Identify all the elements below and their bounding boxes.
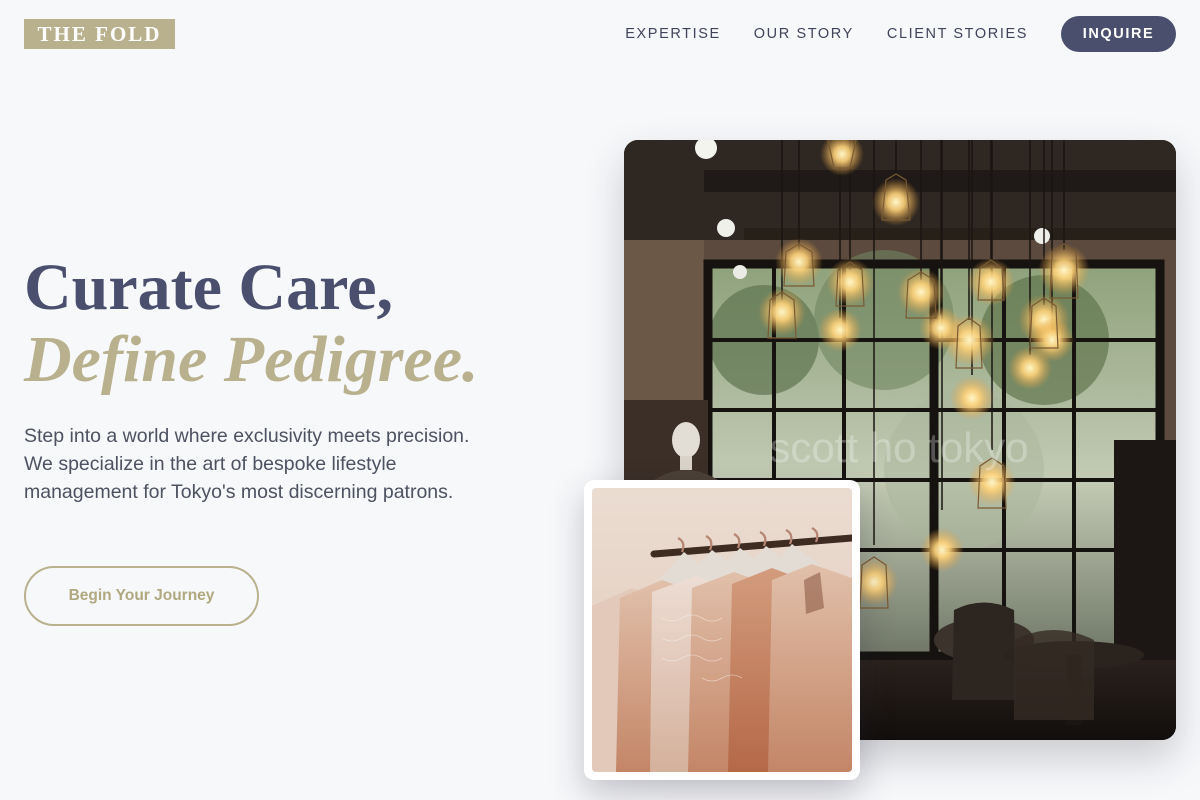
nav-link-client-stories[interactable]: CLIENT STORIES: [887, 26, 1028, 42]
photo-watermark: scott ho tokyo: [769, 424, 1028, 471]
hero-title: Curate Care, Define Pedigree.: [24, 252, 479, 396]
hero-title-line1: Curate Care,: [24, 251, 393, 324]
nav-link-expertise[interactable]: EXPERTISE: [625, 26, 721, 42]
clothing-rack-photo: [584, 480, 860, 780]
nav-link-our-story[interactable]: OUR STORY: [754, 26, 854, 42]
inquire-button[interactable]: INQUIRE: [1061, 16, 1176, 52]
main-nav: EXPERTISE OUR STORY CLIENT STORIES INQUI…: [625, 16, 1176, 52]
hero-title-line2: Define Pedigree.: [24, 323, 479, 396]
begin-journey-button[interactable]: Begin Your Journey: [24, 566, 259, 626]
brand-logo[interactable]: THE FOLD: [24, 19, 175, 49]
hero-description: Step into a world where exclusivity meet…: [24, 425, 470, 503]
